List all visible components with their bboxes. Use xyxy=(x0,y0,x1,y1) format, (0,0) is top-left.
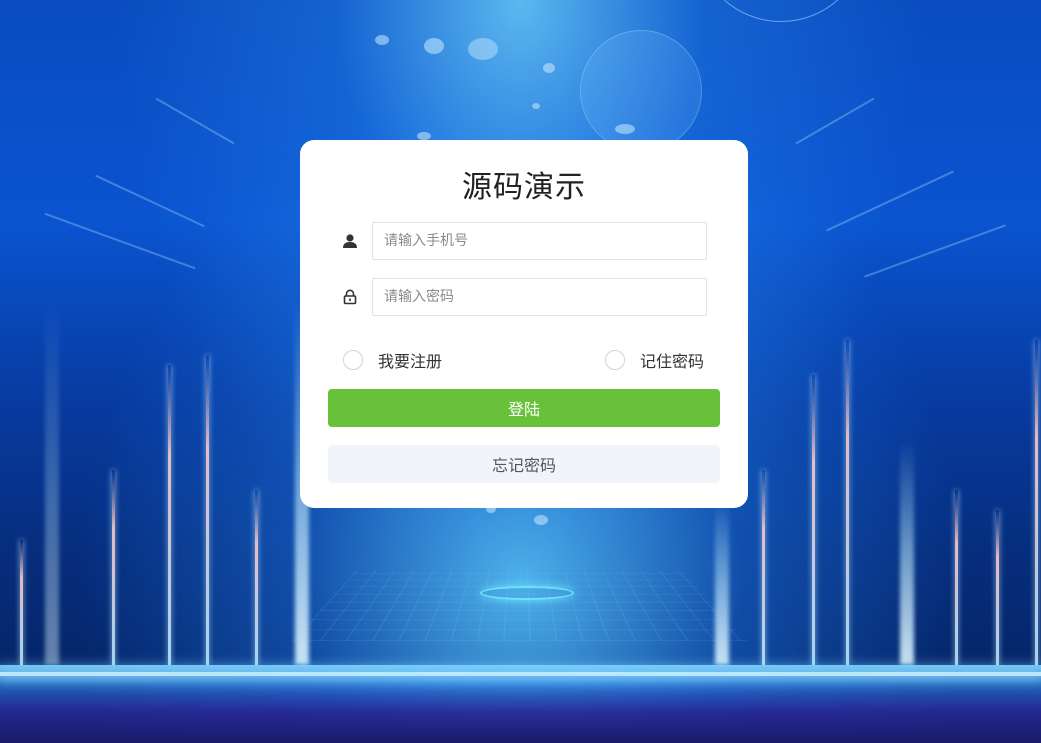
decorative-bubble xyxy=(534,515,548,525)
page-title: 源码演示 xyxy=(462,170,586,205)
phone-input[interactable] xyxy=(372,222,707,260)
decorative-streak xyxy=(95,174,205,228)
light-beam xyxy=(812,375,815,665)
lock-icon xyxy=(340,287,360,307)
decorative-bubble xyxy=(375,35,389,45)
floor xyxy=(0,665,1041,743)
register-label: 我要注册 xyxy=(378,352,443,371)
login-button[interactable]: 登陆 xyxy=(328,389,720,427)
light-beam xyxy=(1035,340,1038,665)
light-beam xyxy=(168,365,171,665)
light-beam xyxy=(255,490,258,665)
remember-password-label: 记住密码 xyxy=(640,352,705,371)
decorative-streak xyxy=(864,224,1006,278)
light-beam xyxy=(20,540,23,665)
decorative-streak xyxy=(826,170,954,232)
user-icon xyxy=(340,231,360,251)
login-card: 源码演示 我要注册 记住密码 登陆 忘记密码 xyxy=(300,140,748,508)
decorative-bubble xyxy=(468,38,498,60)
light-beam xyxy=(846,340,849,665)
decorative-bubble xyxy=(543,63,555,73)
floor-ring xyxy=(480,586,574,600)
glow-beam xyxy=(45,300,59,665)
forgot-password-button[interactable]: 忘记密码 xyxy=(328,445,720,483)
decorative-bubble xyxy=(417,132,431,140)
decorative-bubble xyxy=(615,124,635,134)
remember-password-checkbox[interactable]: 记住密码 xyxy=(605,348,704,372)
decorative-arc xyxy=(580,30,702,152)
light-beam xyxy=(955,490,958,665)
decorative-arc xyxy=(695,0,867,22)
register-radio-circle[interactable] xyxy=(343,350,363,370)
register-checkbox[interactable]: 我要注册 xyxy=(343,348,442,372)
remember-radio-circle[interactable] xyxy=(605,350,625,370)
floor-grid xyxy=(292,570,748,642)
light-beam xyxy=(112,470,115,665)
horizon-line xyxy=(0,672,1041,676)
decorative-bubble xyxy=(424,38,444,54)
glow-beam xyxy=(900,440,914,665)
decorative-streak xyxy=(795,97,875,145)
light-beam xyxy=(762,470,765,665)
decorative-bubble xyxy=(532,103,540,109)
light-beam xyxy=(996,510,999,665)
decorative-streak xyxy=(155,97,235,145)
password-input[interactable] xyxy=(372,278,707,316)
decorative-streak xyxy=(44,212,196,270)
light-beam xyxy=(206,355,209,665)
